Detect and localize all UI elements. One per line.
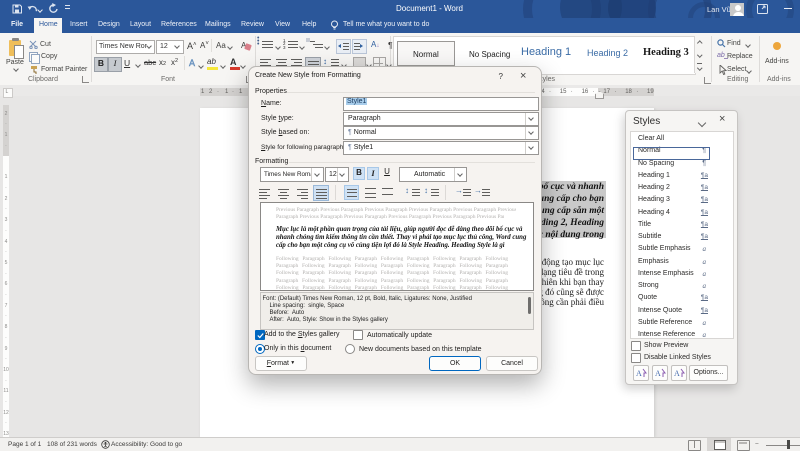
- svg-text:A: A: [636, 369, 642, 378]
- svg-text:A: A: [674, 369, 680, 378]
- svg-text:A: A: [655, 369, 661, 378]
